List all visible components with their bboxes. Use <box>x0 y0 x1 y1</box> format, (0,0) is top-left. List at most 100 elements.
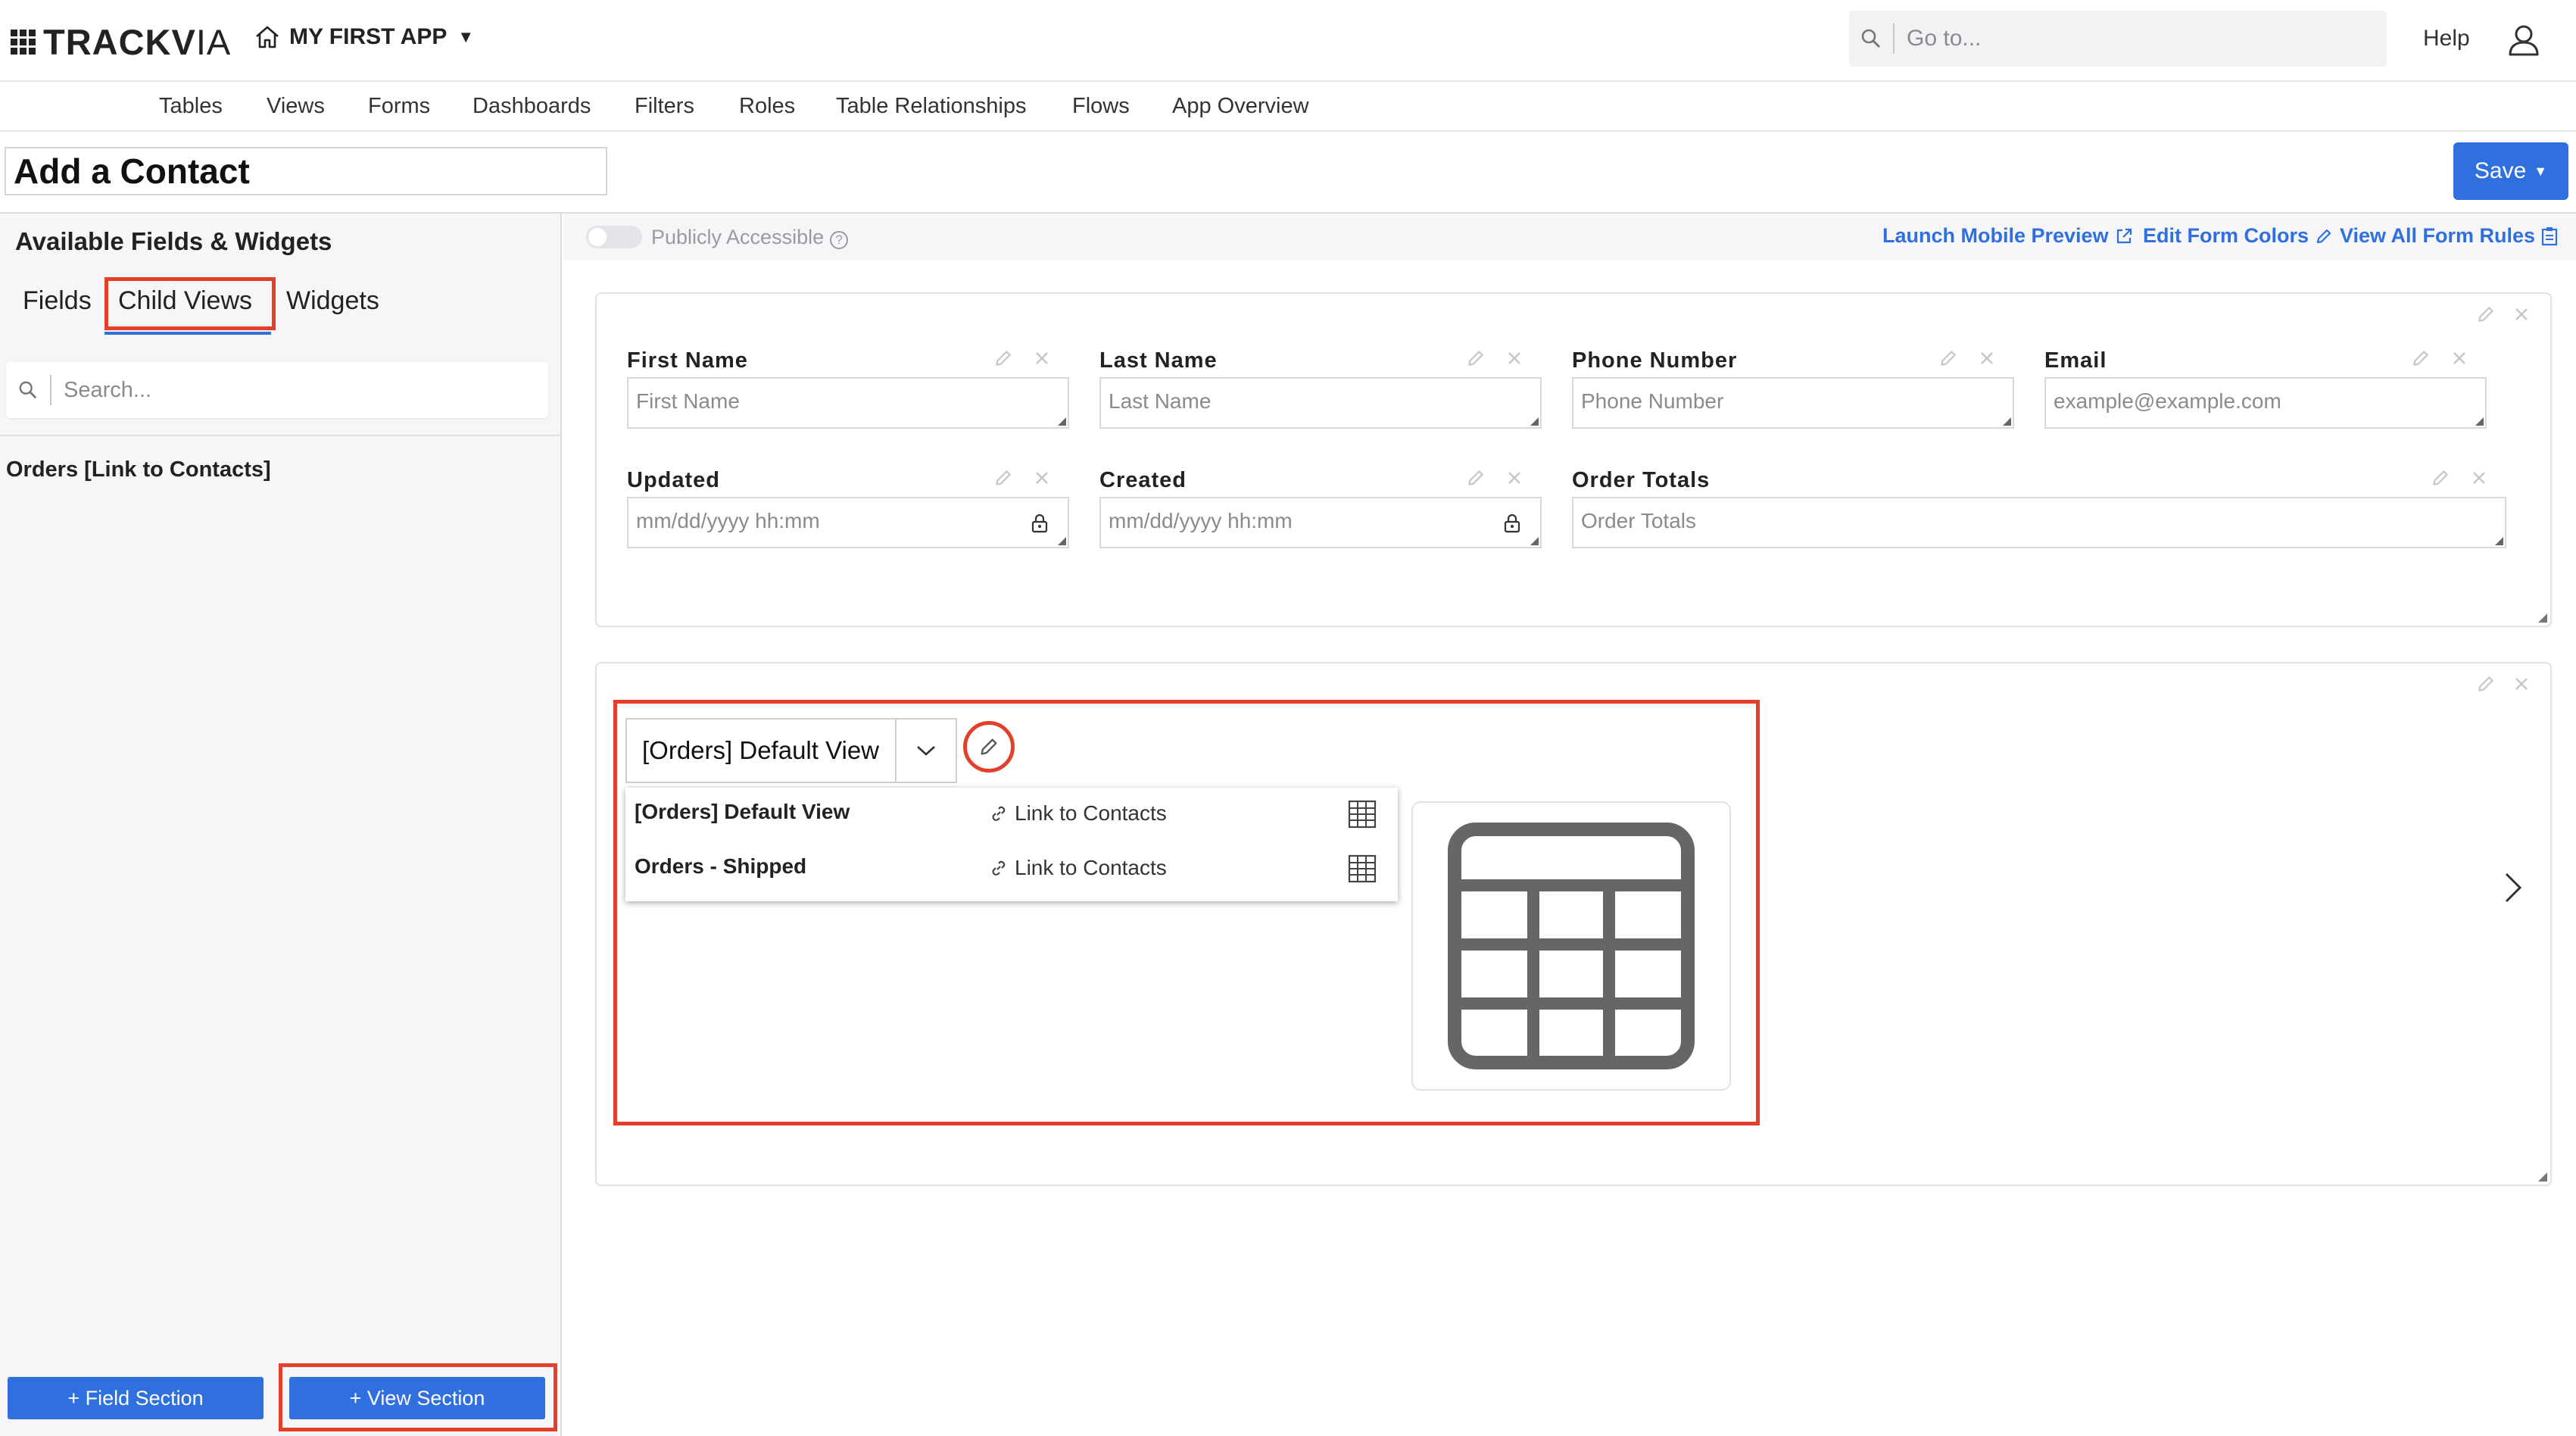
panel-resize-handle[interactable] <box>2538 1172 2547 1182</box>
trackvia-logo[interactable]: TRACKVIA <box>11 21 231 63</box>
email-input[interactable]: example@example.com <box>2044 377 2487 429</box>
last-name-input[interactable]: Last Name <box>1099 377 1542 429</box>
field-updated[interactable]: Updated mm/dd/yyyy hh:mm <box>627 468 1069 551</box>
nav-forms[interactable]: Forms <box>368 94 430 119</box>
nav-table-relationships[interactable]: Table Relationships <box>836 94 1026 119</box>
nav-tables[interactable]: Tables <box>159 94 223 119</box>
lock-icon <box>1504 514 1520 533</box>
nav-dashboards[interactable]: Dashboards <box>472 94 591 119</box>
pencil-icon[interactable] <box>1466 348 1486 368</box>
field-created[interactable]: Created mm/dd/yyyy hh:mm <box>1099 468 1542 551</box>
help-circle-icon[interactable]: ? <box>830 231 849 249</box>
search-icon <box>6 375 51 405</box>
fields-sidebar: Available Fields & Widgets Fields Child … <box>0 214 562 1436</box>
field-section-panel: First Name First Name Last Name Last Nam… <box>595 292 2552 627</box>
nav-views[interactable]: Views <box>267 94 325 119</box>
view-all-form-rules-link[interactable]: View All Form Rules <box>2340 224 2558 248</box>
field-order-totals[interactable]: Order Totals Order Totals <box>1572 468 2506 551</box>
field-first-name[interactable]: First Name First Name <box>627 348 1069 432</box>
child-view-item[interactable]: Orders [Link to Contacts] <box>6 457 271 482</box>
form-canvas: Publicly Accessible? Launch Mobile Previ… <box>563 214 2576 1436</box>
close-icon[interactable] <box>2470 469 2488 487</box>
launch-mobile-preview-link[interactable]: Launch Mobile Preview <box>1882 224 2133 248</box>
chevron-right-icon[interactable] <box>2502 871 2525 908</box>
order-totals-input[interactable]: Order Totals <box>1572 497 2506 548</box>
pencil-icon[interactable] <box>1466 468 1486 488</box>
app-switcher[interactable]: MY FIRST APP ▼ <box>254 24 474 50</box>
tab-fields[interactable]: Fields <box>23 286 92 316</box>
edit-form-colors-link[interactable]: Edit Form Colors <box>2143 224 2333 248</box>
sidebar-heading: Available Fields & Widgets <box>15 227 332 255</box>
goto-input[interactable] <box>1907 26 2361 52</box>
phone-number-input[interactable]: Phone Number <box>1572 377 2014 429</box>
field-label: First Name <box>627 348 748 373</box>
clipboard-icon <box>2541 226 2558 245</box>
close-icon[interactable] <box>1978 349 1996 367</box>
pencil-icon[interactable] <box>2476 304 2496 324</box>
view-widget-highlight <box>613 700 1760 1125</box>
add-field-section-button[interactable]: + Field Section <box>8 1377 264 1419</box>
external-link-icon <box>2116 228 2132 243</box>
active-tab-indicator <box>104 332 271 335</box>
first-name-input[interactable]: First Name <box>627 377 1069 429</box>
close-icon[interactable] <box>2450 349 2468 367</box>
goto-search[interactable] <box>1849 11 2387 67</box>
save-button[interactable]: Save ▼ <box>2453 142 2568 200</box>
field-label: Email <box>2044 348 2107 373</box>
close-icon[interactable] <box>1033 349 1051 367</box>
resize-handle[interactable] <box>2495 537 2503 545</box>
pencil-icon[interactable] <box>993 468 1013 488</box>
resize-handle[interactable] <box>2003 417 2011 426</box>
close-icon[interactable] <box>1033 469 1051 487</box>
field-label: Updated <box>627 468 720 492</box>
resize-handle[interactable] <box>1530 537 1539 545</box>
public-label: Publicly Accessible? <box>651 226 849 249</box>
sidebar-search-input[interactable] <box>64 377 518 403</box>
nav-roles[interactable]: Roles <box>739 94 795 119</box>
pencil-icon[interactable] <box>993 348 1013 368</box>
form-toolbar: Publicly Accessible? Launch Mobile Previ… <box>563 214 2576 261</box>
resize-handle[interactable] <box>2475 417 2484 426</box>
view-section-highlight <box>279 1363 557 1431</box>
pencil-icon[interactable] <box>2476 674 2496 694</box>
user-icon[interactable] <box>2505 21 2543 63</box>
resize-handle[interactable] <box>1058 537 1066 545</box>
sidebar-divider <box>0 435 560 436</box>
logo-text: TRACKVIA <box>43 22 232 62</box>
field-last-name[interactable]: Last Name Last Name <box>1099 348 1542 432</box>
section-tools <box>2476 304 2531 324</box>
field-phone-number[interactable]: Phone Number Phone Number <box>1572 348 2014 432</box>
child-views-highlight <box>104 277 276 330</box>
field-email[interactable]: Email example@example.com <box>2044 348 2487 432</box>
save-label: Save <box>2474 158 2527 183</box>
section-tools <box>2476 674 2531 694</box>
close-icon[interactable] <box>2512 305 2531 323</box>
panel-resize-handle[interactable] <box>2538 613 2547 623</box>
pencil-icon[interactable] <box>2431 468 2450 488</box>
form-title-input[interactable] <box>5 147 607 195</box>
updated-input[interactable]: mm/dd/yyyy hh:mm <box>627 497 1069 548</box>
resize-handle[interactable] <box>1058 417 1066 426</box>
created-input[interactable]: mm/dd/yyyy hh:mm <box>1099 497 1542 548</box>
caret-down-icon: ▼ <box>457 27 475 46</box>
close-icon[interactable] <box>1505 349 1523 367</box>
home-icon <box>256 26 279 48</box>
lock-icon <box>1031 514 1048 533</box>
top-bar: TRACKVIA MY FIRST APP ▼ Help <box>0 0 2576 82</box>
tab-widgets[interactable]: Widgets <box>286 286 379 316</box>
pencil-icon[interactable] <box>2411 348 2431 368</box>
sidebar-search[interactable] <box>6 362 548 418</box>
public-toggle[interactable] <box>586 226 642 248</box>
close-icon[interactable] <box>2512 675 2531 693</box>
field-label: Order Totals <box>1572 468 1711 492</box>
close-icon[interactable] <box>1505 469 1523 487</box>
nav-filters[interactable]: Filters <box>635 94 694 119</box>
nav-app-overview[interactable]: App Overview <box>1172 94 1309 119</box>
resize-handle[interactable] <box>1530 417 1539 426</box>
help-link[interactable]: Help <box>2423 26 2470 52</box>
nav-flows[interactable]: Flows <box>1072 94 1130 119</box>
pencil-icon <box>2316 229 2331 243</box>
field-label: Created <box>1099 468 1187 492</box>
caret-down-icon: ▼ <box>2534 163 2548 179</box>
pencil-icon[interactable] <box>1938 348 1958 368</box>
